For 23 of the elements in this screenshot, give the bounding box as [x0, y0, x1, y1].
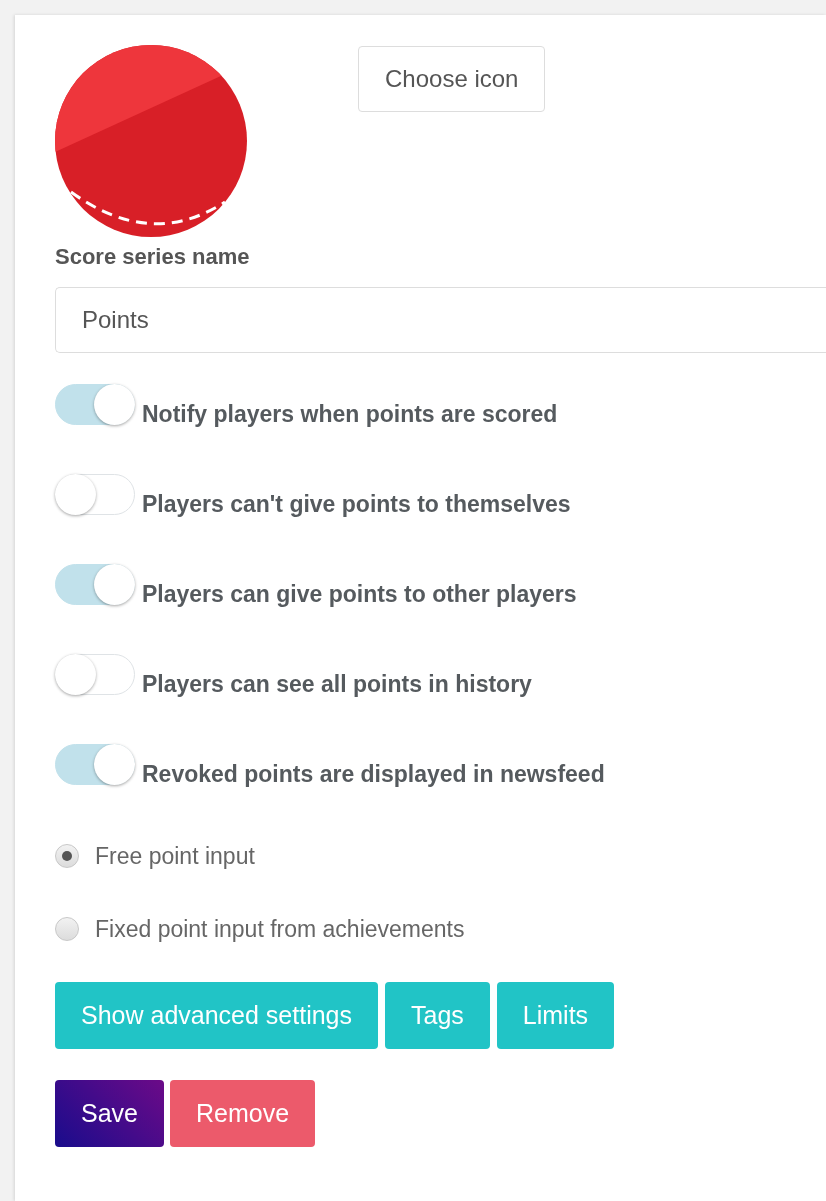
toggle-label: Players can see all points in history — [142, 670, 532, 698]
remove-button[interactable]: Remove — [170, 1080, 316, 1147]
name-input-field[interactable]: Points — [55, 287, 826, 353]
ball-icon — [55, 45, 247, 237]
option-button[interactable]: Show advanced settings — [55, 982, 378, 1049]
radio-button[interactable] — [55, 844, 79, 868]
toggle-label: Players can't give points to themselves — [142, 490, 571, 518]
radio-button[interactable] — [55, 917, 79, 941]
radio-label: Free point input — [95, 842, 255, 870]
toggle-switch[interactable] — [55, 564, 135, 605]
radio-label: Fixed point input from achievements — [95, 915, 465, 943]
option-button[interactable]: Tags — [385, 982, 490, 1049]
toggle-label: Players can give points to other players — [142, 580, 577, 608]
option-button[interactable]: Limits — [496, 982, 615, 1049]
toggle-switch[interactable] — [55, 384, 135, 425]
toggle-label: Revoked points are displayed in newsfeed — [142, 760, 605, 788]
toggle-switch[interactable] — [55, 474, 135, 515]
toggle-label: Notify players when points are scored — [142, 400, 558, 428]
choose-icon-button[interactable]: Choose icon — [358, 46, 546, 112]
toggle-switch[interactable] — [55, 744, 135, 785]
field-label: Score series name — [55, 243, 250, 271]
toggle-switch[interactable] — [55, 654, 135, 695]
save-button[interactable]: Save — [55, 1080, 164, 1147]
